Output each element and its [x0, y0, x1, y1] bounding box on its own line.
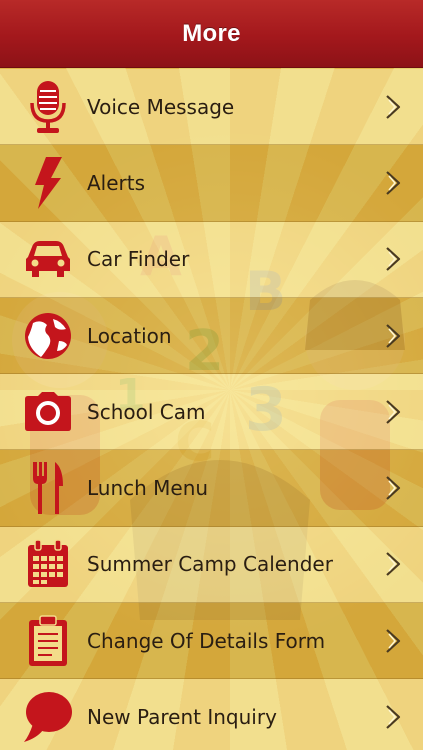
globe-icon — [22, 308, 74, 364]
menu-item-label: Voice Message — [87, 94, 235, 119]
menu-item-label: Alerts — [87, 170, 146, 195]
chevron-right-icon — [386, 552, 401, 577]
menu-item-lunch-menu[interactable]: Lunch Menu — [0, 450, 423, 527]
page-title: More — [182, 19, 241, 47]
menu-item-summer-camp-calender[interactable]: Summer Camp Calender — [0, 526, 423, 604]
chevron-right-icon — [386, 400, 401, 424]
menu-item-label: School Cam — [87, 399, 206, 424]
menu-item-change-of-details-form[interactable]: Change Of Details Form — [0, 603, 423, 680]
camera-icon — [22, 384, 74, 440]
chevron-right-icon — [386, 247, 401, 272]
menu-item-new-parent-inquiry[interactable]: New Parent Inquiry — [0, 679, 423, 750]
menu-item-car-finder[interactable]: Car Finder — [0, 221, 423, 298]
menu-item-label: Location — [87, 323, 172, 348]
chevron-right-icon — [386, 705, 401, 729]
clipboard-icon — [22, 613, 74, 669]
car-icon — [22, 231, 74, 287]
chevron-right-icon — [386, 171, 401, 195]
menu-item-label: Change Of Details Form — [87, 628, 326, 653]
menu-item-school-cam[interactable]: School Cam — [0, 374, 423, 451]
menu-item-location[interactable]: Location — [0, 297, 423, 375]
menu-item-alerts[interactable]: Alerts — [0, 145, 423, 222]
menu-item-label: Lunch Menu — [87, 476, 209, 501]
microphone-icon — [22, 79, 74, 135]
menu-item-label: Summer Camp Calender — [87, 552, 333, 577]
menu-item-voice-message[interactable]: Voice Message — [0, 69, 423, 146]
chevron-right-icon — [386, 476, 401, 500]
menu-item-label: Car Finder — [87, 247, 190, 272]
menu-list: Voice Message Alerts Car Finder Location… — [0, 69, 423, 750]
speech-bubble-icon — [22, 689, 74, 745]
calendar-icon — [22, 536, 74, 592]
top-bar: More — [0, 0, 423, 68]
menu-item-label: New Parent Inquiry — [87, 705, 277, 730]
chevron-right-icon — [386, 94, 401, 119]
fork-knife-icon — [22, 460, 74, 516]
chevron-right-icon — [386, 323, 401, 348]
chevron-right-icon — [386, 628, 401, 653]
lightning-icon — [22, 155, 74, 211]
